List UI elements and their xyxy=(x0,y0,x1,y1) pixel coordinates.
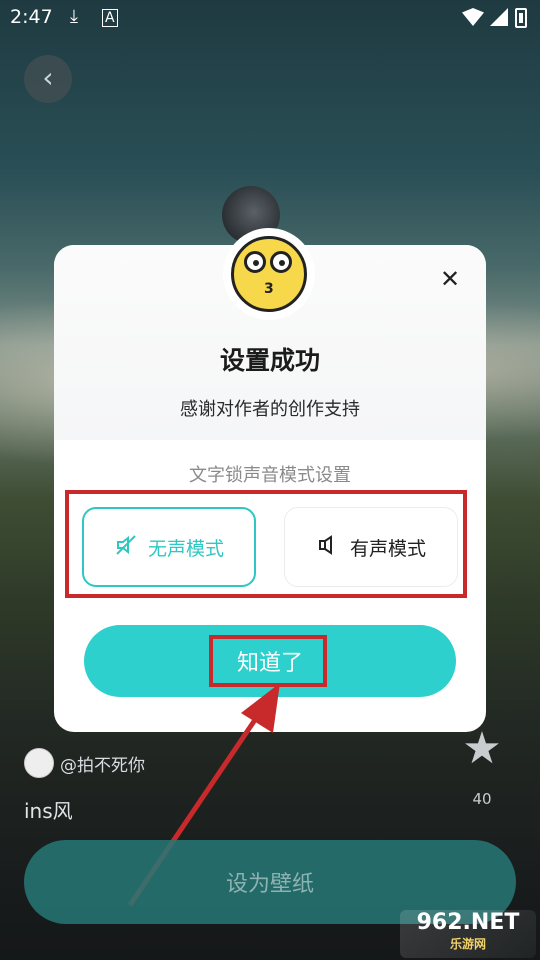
like-count: 40 xyxy=(472,790,492,808)
watermark-sub: 乐游网 xyxy=(449,937,486,951)
watermark-main: 962.NET xyxy=(416,910,520,935)
dialog-title: 设置成功 xyxy=(219,346,320,375)
close-icon[interactable]: ✕ xyxy=(436,265,464,293)
status-time: 2:47 xyxy=(10,6,53,28)
annotation-box-modes xyxy=(65,490,467,598)
download-icon: ⤓ xyxy=(70,6,78,27)
status-bar: 2:47 ⤓ A xyxy=(0,0,540,36)
battery-icon xyxy=(515,8,527,28)
signal-icon xyxy=(490,8,508,26)
a-icon: A xyxy=(102,9,118,27)
style-tag: ins风 xyxy=(24,799,73,823)
watermark-logo: 962.NET 乐游网 xyxy=(400,910,536,958)
back-button[interactable]: ‹ xyxy=(24,55,72,103)
wifi-icon xyxy=(462,8,484,26)
author-row[interactable]: @拍不死你 xyxy=(24,748,145,778)
star-icon[interactable]: ★ xyxy=(460,727,504,771)
mascot-eye-left xyxy=(244,251,266,273)
author-avatar xyxy=(24,748,54,778)
mascot-face-icon: 3 xyxy=(231,236,307,312)
dialog-subtitle: 感谢对作者的创作支持 xyxy=(180,399,360,420)
mascot-mouth: 3 xyxy=(264,281,274,297)
author-name: @拍不死你 xyxy=(60,755,145,776)
sound-mode-section-label: 文字锁声音模式设置 xyxy=(189,465,351,486)
mascot-eye-right xyxy=(270,251,292,273)
mascot-avatar: 3 xyxy=(223,228,315,320)
